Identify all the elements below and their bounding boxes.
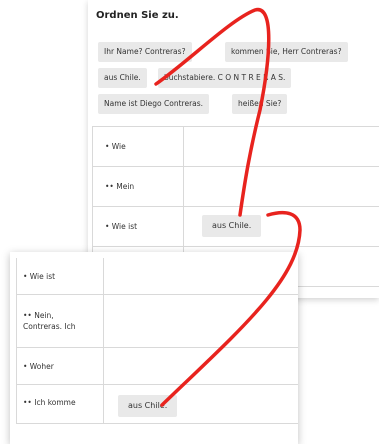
table-row: • Wie ist aus Chile. xyxy=(92,207,379,247)
chip-kommen-sie[interactable]: kommen Sie, Herr Contreras? xyxy=(225,42,348,62)
chip-ihr-name[interactable]: Ihr Name? Contreras? xyxy=(98,42,192,62)
row-label: • Wie ist xyxy=(23,272,56,281)
table-row: • Wie ist xyxy=(16,258,298,295)
drop-slot[interactable]: aus Chile. xyxy=(183,207,379,246)
chip-heissen-sie[interactable]: heißen Sie? xyxy=(232,94,288,114)
chip-name-ist[interactable]: Name ist Diego Contreras. xyxy=(98,94,210,114)
table-row: • Wie xyxy=(92,127,379,167)
drop-slot[interactable] xyxy=(183,167,379,206)
zoomed-table: • Wie ist •• Nein, Contreras. Ich • Wohe… xyxy=(16,258,298,424)
table-row: •• Ich komme aus Chile. xyxy=(16,385,298,424)
drop-slot[interactable] xyxy=(103,348,298,384)
drop-slot[interactable] xyxy=(183,127,379,166)
placed-chip-aus-chile[interactable]: aus Chile. xyxy=(118,395,178,417)
chip-aus-chile[interactable]: aus Chile. xyxy=(98,68,147,88)
drop-slot[interactable]: aus Chile. xyxy=(103,385,298,423)
table-row: •• Nein, Contreras. Ich xyxy=(16,295,298,348)
row-label: •• Mein xyxy=(105,182,135,191)
drop-slot[interactable] xyxy=(103,295,298,347)
row-label: •• Ich komme xyxy=(23,398,76,407)
row-label: •• Nein, Contreras. Ich xyxy=(23,311,76,331)
table-row: •• Mein xyxy=(92,167,379,207)
row-label: • Wie xyxy=(105,142,126,151)
placed-chip-aus-chile[interactable]: aus Chile. xyxy=(202,215,262,237)
zoomed-table-panel: • Wie ist •• Nein, Contreras. Ich • Wohe… xyxy=(10,252,298,444)
table-row: • Woher xyxy=(16,348,298,385)
row-label: • Woher xyxy=(23,362,54,371)
exercise-title: Ordnen Sie zu. xyxy=(96,10,179,21)
drop-slot[interactable] xyxy=(103,258,298,294)
chip-buchstabiere[interactable]: buchstabiere. C O N T R E R A S. xyxy=(158,68,292,88)
row-label: • Wie ist xyxy=(105,222,138,231)
